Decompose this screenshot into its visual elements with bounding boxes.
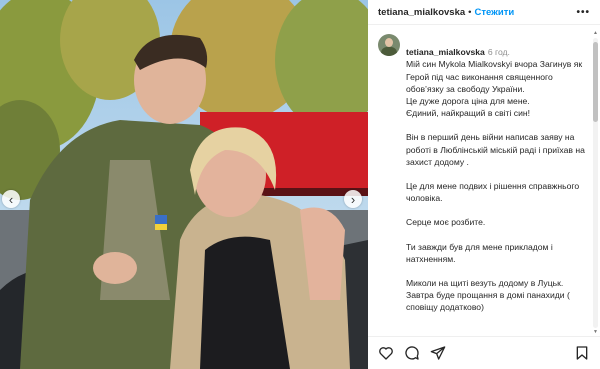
prev-photo-button[interactable]: ‹	[2, 190, 20, 208]
caption-username[interactable]: tetiana_mialkovska	[406, 47, 485, 57]
separator-dot: •	[468, 6, 472, 18]
scroll-down-arrow[interactable]: ▼	[593, 329, 598, 335]
caption-paragraph: Серце моє розбите.	[406, 217, 486, 228]
caption-paragraph: Це для мене подвих і рішення справжнього…	[406, 181, 580, 204]
caption-paragraph: Він в перший день війни написав заяву на…	[406, 132, 585, 167]
avatar[interactable]	[378, 34, 400, 56]
chevron-right-icon: ›	[350, 191, 356, 207]
post-panel: tetiana_mialkovska • Стежити ••• tetiana…	[368, 0, 600, 369]
save-button[interactable]	[574, 345, 590, 361]
scrollbar-thumb[interactable]	[593, 42, 598, 122]
post-photo: ‹ ›	[0, 0, 368, 369]
username-link[interactable]: tetiana_mialkovska	[378, 7, 465, 18]
more-options-button[interactable]: •••	[576, 7, 590, 18]
like-button[interactable]	[378, 345, 394, 361]
bookmark-icon	[576, 346, 588, 360]
caption-paragraph: Ти завжди був для мене прикладом і натхн…	[406, 241, 553, 264]
post-time: 6 год.	[487, 47, 510, 58]
chevron-left-icon: ‹	[8, 191, 14, 207]
caption-paragraph: Миколи на щиті везуть додому в Луцьк. За…	[406, 278, 570, 313]
next-photo-button[interactable]: ›	[344, 190, 362, 208]
scroll-up-arrow[interactable]: ▲	[593, 30, 598, 36]
heart-icon	[379, 347, 393, 360]
caption-row: tetiana_mialkovska 6 год. Мій син Mykola …	[378, 34, 590, 314]
post-header: tetiana_mialkovska • Стежити •••	[368, 0, 600, 25]
share-button[interactable]	[430, 345, 446, 361]
action-bar	[368, 336, 600, 369]
caption: tetiana_mialkovska 6 год. Мій син Mykola …	[406, 34, 590, 314]
photo-illustration	[0, 0, 368, 369]
paper-plane-icon	[430, 346, 446, 360]
comment-button[interactable]	[404, 345, 420, 361]
follow-button[interactable]: Стежити	[474, 7, 514, 18]
comments-area[interactable]: tetiana_mialkovska 6 год. Мій син Mykola …	[378, 34, 590, 335]
scrollbar[interactable]	[593, 38, 598, 328]
caption-paragraph: Мій син Mykola Mialkovskyi вчора Загинув…	[406, 59, 583, 119]
comment-icon	[405, 346, 419, 360]
